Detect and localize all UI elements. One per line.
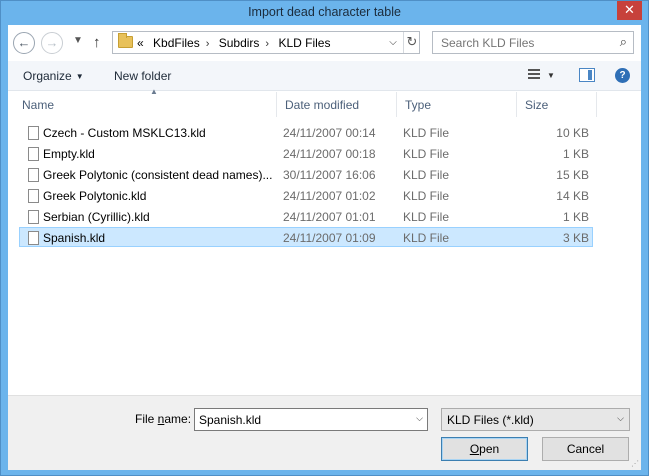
file-name-field[interactable] xyxy=(199,413,404,427)
file-date: 24/11/2007 01:09 xyxy=(283,231,376,245)
file-name: Czech - Custom MSKLC13.kld xyxy=(43,126,206,140)
search-box[interactable]: ⌕ xyxy=(432,31,634,54)
document-icon xyxy=(28,189,39,203)
file-date: 24/11/2007 01:01 xyxy=(283,210,376,224)
title-bar[interactable]: Import dead character table ✕ xyxy=(1,1,648,25)
breadcrumb-overflow[interactable]: « xyxy=(137,36,144,50)
refresh-icon[interactable]: ↻ xyxy=(403,32,420,53)
file-row-selected[interactable]: Spanish.kld 24/11/2007 01:09 KLD File 3 … xyxy=(19,227,593,247)
file-name: Greek Polytonic (consistent dead names).… xyxy=(43,168,273,182)
file-date: 30/11/2007 16:06 xyxy=(283,168,376,182)
view-dropdown-icon[interactable]: ▼ xyxy=(547,71,555,80)
file-type-filter[interactable]: KLD Files (*.kld) ⌵ xyxy=(441,408,630,431)
file-name: Empty.kld xyxy=(43,147,95,161)
organize-button[interactable]: Organize ▼ xyxy=(23,69,84,83)
folder-icon xyxy=(118,33,133,48)
search-icon[interactable]: ⌕ xyxy=(620,34,627,50)
file-name-label: File name: xyxy=(135,412,192,426)
dialog-client: ← → ▼ ↑ « KbdFiles › Subdirs › KLD Files ⌵… xyxy=(8,25,641,470)
open-button[interactable]: Open xyxy=(441,437,528,461)
file-size: 3 KB xyxy=(562,231,589,245)
file-date: 24/11/2007 00:18 xyxy=(283,147,376,161)
file-name: Greek Polytonic.kld xyxy=(43,189,147,203)
file-row[interactable]: Greek Polytonic.kld 24/11/2007 01:02 KLD… xyxy=(19,185,593,205)
address-dropdown-icon[interactable]: ⌵ xyxy=(385,34,401,51)
forward-button[interactable]: → xyxy=(41,32,63,54)
view-options-icon[interactable] xyxy=(524,69,540,81)
forward-arrow-icon: → xyxy=(45,35,59,50)
file-size: 1 KB xyxy=(562,147,589,161)
file-type: KLD File xyxy=(403,210,450,224)
file-type: KLD File xyxy=(403,168,450,182)
preview-pane-icon[interactable] xyxy=(579,68,595,82)
organize-label: Organize xyxy=(23,69,72,83)
command-toolbar: Organize ▼ New folder ▼ ? xyxy=(8,61,641,91)
file-name: Serbian (Cyrillic).kld xyxy=(43,210,150,224)
chevron-down-icon: ⌵ xyxy=(617,413,624,423)
column-header-size[interactable]: Size xyxy=(517,92,597,117)
chevron-right-icon[interactable]: › xyxy=(206,38,210,50)
search-input[interactable] xyxy=(439,35,609,51)
chevron-right-icon[interactable]: › xyxy=(265,38,269,50)
document-icon xyxy=(28,168,39,182)
column-type-label: Type xyxy=(405,98,432,112)
file-type: KLD File xyxy=(403,189,450,203)
chevron-down-icon[interactable]: ⌵ xyxy=(416,413,423,424)
file-type: KLD File xyxy=(403,231,450,245)
file-row[interactable]: Serbian (Cyrillic).kld 24/11/2007 01:01 … xyxy=(19,206,593,226)
back-arrow-icon: ← xyxy=(17,35,31,50)
resize-grip-icon[interactable]: ⋰ xyxy=(631,459,639,468)
column-header-type[interactable]: Type xyxy=(397,92,517,117)
document-icon xyxy=(28,231,39,245)
help-icon[interactable]: ? xyxy=(615,68,630,83)
file-dialog-window: Import dead character table ✕ ← → ▼ ↑ « … xyxy=(0,0,649,476)
column-header-name[interactable]: Name ▲ xyxy=(14,87,277,117)
breadcrumb-subdirs[interactable]: Subdirs xyxy=(219,36,260,50)
up-arrow-icon[interactable]: ↑ xyxy=(93,34,101,51)
file-size: 15 KB xyxy=(556,168,589,182)
navigation-bar: ← → ▼ ↑ « KbdFiles › Subdirs › KLD Files ⌵… xyxy=(8,25,641,61)
close-button[interactable]: ✕ xyxy=(617,1,642,20)
file-date: 24/11/2007 01:02 xyxy=(283,189,376,203)
file-type: KLD File xyxy=(403,147,450,161)
window-title: Import dead character table xyxy=(248,5,401,19)
file-size: 10 KB xyxy=(556,126,589,140)
file-size: 1 KB xyxy=(562,210,589,224)
document-icon xyxy=(28,210,39,224)
file-name: Spanish.kld xyxy=(43,231,106,245)
close-icon: ✕ xyxy=(624,2,635,17)
column-name-label: Name xyxy=(22,98,55,112)
cancel-button[interactable]: Cancel xyxy=(542,437,629,461)
column-size-label: Size xyxy=(525,98,549,112)
file-type-filter-value: KLD Files (*.kld) xyxy=(447,413,534,427)
file-date: 24/11/2007 00:14 xyxy=(283,126,376,140)
breadcrumb-kld-files[interactable]: KLD Files xyxy=(278,36,330,50)
document-icon xyxy=(28,126,39,140)
document-icon xyxy=(28,147,39,161)
file-type: KLD File xyxy=(403,126,450,140)
column-date-label: Date modified xyxy=(285,98,360,112)
file-name-combobox[interactable]: ⌵ xyxy=(194,408,428,431)
back-button[interactable]: ← xyxy=(13,32,35,54)
dialog-footer: File name: ⌵ KLD Files (*.kld) ⌵ Open Ca… xyxy=(8,395,641,470)
file-row[interactable]: Czech - Custom MSKLC13.kld 24/11/2007 00… xyxy=(19,122,593,142)
recent-locations-dropdown[interactable]: ▼ xyxy=(73,35,83,46)
sort-ascending-icon: ▲ xyxy=(150,87,158,96)
file-list: Name ▲ Date modified Type Size Czech - C… xyxy=(8,87,641,395)
file-row[interactable]: Greek Polytonic (consistent dead names).… xyxy=(19,164,593,184)
new-folder-button[interactable]: New folder xyxy=(114,69,171,83)
caret-down-icon: ▼ xyxy=(75,72,84,81)
breadcrumb: « KbdFiles › Subdirs › KLD Files xyxy=(137,36,336,50)
column-header-date[interactable]: Date modified xyxy=(277,92,397,117)
file-size: 14 KB xyxy=(556,189,589,203)
address-bar[interactable]: « KbdFiles › Subdirs › KLD Files ⌵ ↻ xyxy=(112,31,420,54)
breadcrumb-kbdfiles[interactable]: KbdFiles xyxy=(153,36,200,50)
file-row[interactable]: Empty.kld 24/11/2007 00:18 KLD File 1 KB xyxy=(19,143,593,163)
